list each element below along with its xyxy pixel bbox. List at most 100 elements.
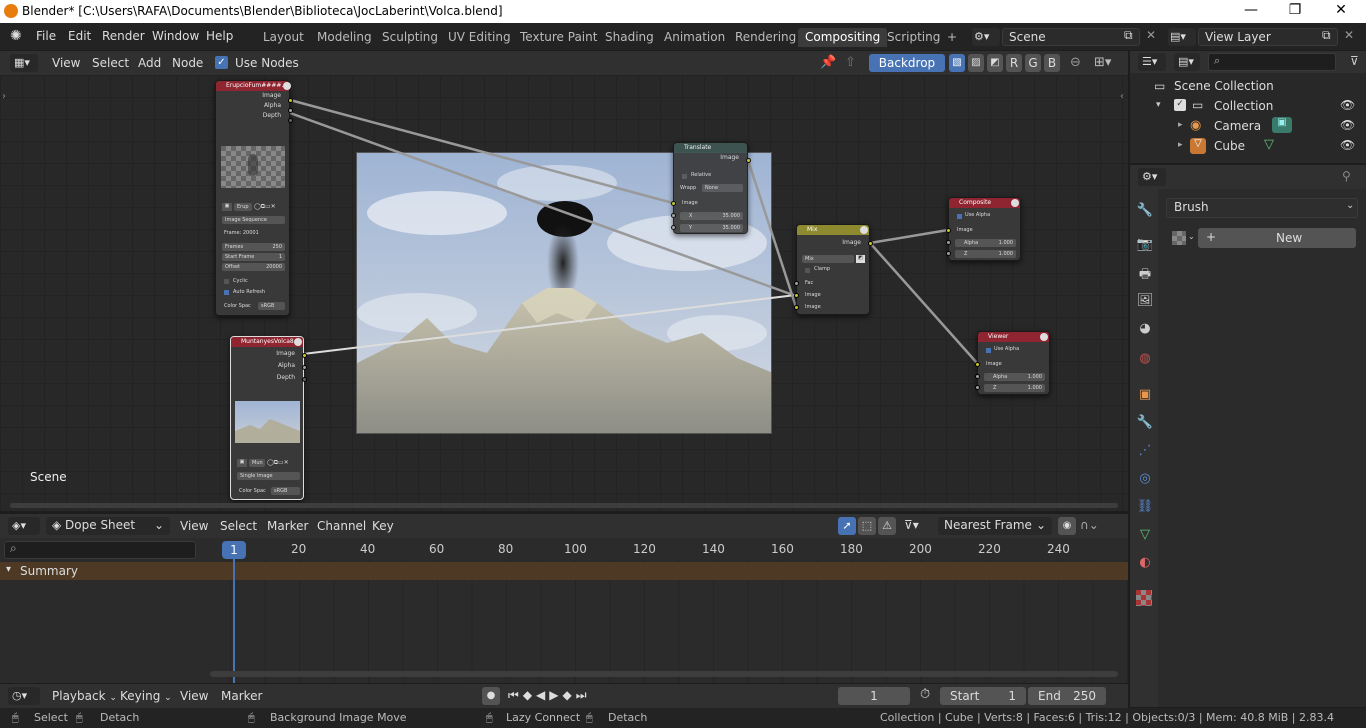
cyclic-checkbox[interactable] [224,279,229,284]
backdrop-alpha-icon[interactable]: ▨ [968,54,984,72]
editor-type-icon[interactable]: ▦▾ [10,54,38,72]
backdrop-button[interactable]: Backdrop [869,54,945,72]
output-image-socket[interactable] [868,241,873,246]
timeline-menu-keying[interactable]: Keying ⌄ [120,689,172,703]
colorspace-select[interactable]: sRGB [271,487,300,495]
menu-window[interactable]: Window [152,29,199,43]
image-node-erupcio-header[interactable]: ErupcioFum####... [216,81,289,91]
translate-node-header[interactable]: Translate [674,143,747,153]
only-selected-icon[interactable]: ➚ [838,517,856,535]
output-alpha-socket[interactable] [288,108,293,113]
input-alpha-socket[interactable] [946,240,951,245]
show-hidden-icon[interactable]: ⬚ [858,517,876,535]
tab-compositing[interactable]: Compositing [798,28,888,47]
input-y-socket[interactable] [671,225,676,230]
output-tab-icon[interactable]: 🖶 [1136,265,1154,283]
timeline-menu-view[interactable]: View [180,689,208,703]
tab-rendering[interactable]: Rendering [728,28,803,47]
particles-tab-icon[interactable]: ⋰ [1136,443,1154,461]
node-menu-node[interactable]: Node [172,56,203,70]
image-name-field[interactable]: Mun [249,459,265,467]
view-layer-field[interactable]: View Layer [1198,28,1338,46]
node-editor-canvas[interactable]: › ‹ ErupcioFum####... Image Alpha Depth … [0,75,1128,511]
output-image-socket[interactable] [746,158,751,163]
backdrop-color-icon[interactable]: ▧ [949,54,965,72]
composite-node-header[interactable]: Composite [949,198,1020,208]
mix-node-header[interactable]: Mix [797,225,869,235]
output-alpha-socket[interactable] [302,365,307,370]
parent-node-icon[interactable]: ⇧ [845,55,856,70]
jump-start-icon[interactable]: ⏮ [508,688,523,702]
image-node-erupcio[interactable]: ErupcioFum####... Image Alpha Depth ▣ Er… [215,80,293,316]
camera-data-icon[interactable]: ▣ [1272,117,1292,133]
channel-b-button[interactable]: B [1044,54,1060,72]
input-fac-socket[interactable] [794,281,799,286]
node-menu-view[interactable]: View [52,56,80,70]
offset-field[interactable]: Offset 20000 [222,263,285,271]
view-layer-selector-icon[interactable]: ▤▾ [1168,28,1196,46]
node-preview-icon[interactable] [283,82,291,90]
minimize-button[interactable]: — [1236,2,1266,18]
timeline-menu-playback[interactable]: Playback ⌄ [52,689,117,703]
x-field[interactable]: X 35.000 [680,212,743,220]
timeline-editor-type-icon[interactable]: ◷▾ [8,687,40,705]
image-node-muntanyes-header[interactable]: MuntanyesVolca8... [231,337,303,347]
outliner-editor-type-icon[interactable]: ☰▾ [1138,53,1166,71]
maximize-button[interactable]: ❐ [1280,2,1310,18]
output-image-socket[interactable] [288,98,293,103]
proportional-edit-icon[interactable]: ◉ [1058,517,1076,535]
node-menu-select[interactable]: Select [92,56,129,70]
menu-edit[interactable]: Edit [68,29,91,43]
viewer-node[interactable]: Viewer Use Alpha Image Alpha 1.000 Z 1.000 [975,331,1050,395]
y-field[interactable]: Y 35.000 [680,224,743,232]
mesh-data-icon[interactable]: ▽ [1264,137,1274,152]
tab-uv-editing[interactable]: UV Editing [441,28,518,47]
z-field[interactable]: Z 1.000 [984,384,1045,392]
collapse-summary-icon[interactable]: ▾ [6,564,11,575]
node-menu-add[interactable]: Add [138,56,161,70]
outliner-camera[interactable]: Camera [1214,119,1261,133]
playback-controls[interactable]: ⏮◆◀▶◆⏭ [508,688,591,703]
eye-icon[interactable]: 👁 [1340,138,1355,152]
start-frame-field[interactable]: Start Frame 1 [222,253,285,261]
dopesheet-mode-select[interactable]: ◈ Dope Sheet ⌄ [46,517,170,535]
material-tab-icon[interactable]: ◐ [1136,555,1154,573]
input-alpha-socket[interactable] [975,374,980,379]
blend-mode-select[interactable]: Mix [802,255,854,263]
output-image-socket[interactable] [302,353,307,358]
summary-row[interactable] [0,562,1128,580]
chevron-down-icon[interactable]: ⌄ [1346,200,1354,211]
channel-r-button[interactable]: R [1006,54,1022,72]
input-x-socket[interactable] [671,213,676,218]
render-tab-icon[interactable]: 📷 [1136,237,1154,255]
backdrop-color-alpha-icon[interactable]: ◩ [987,54,1003,72]
new-view-layer-icon[interactable]: ⧉ [1322,28,1336,43]
next-keyframe-icon[interactable]: ◆ [563,688,576,702]
input-image-socket[interactable] [671,201,676,206]
close-button[interactable]: ✕ [1326,2,1356,18]
data-tab-icon[interactable]: ▽ [1136,527,1154,545]
input-z-socket[interactable] [975,385,980,390]
play-icon[interactable]: ▶ [549,688,562,702]
brush-texture-icon[interactable] [1172,231,1186,245]
object-tab-icon[interactable]: ▣ [1136,387,1154,405]
dopesheet-menu-key[interactable]: Key [372,519,394,533]
image-name-field[interactable]: Erup [234,203,252,211]
play-reverse-icon[interactable]: ◀ [536,688,549,702]
input-image2-socket[interactable] [794,305,799,310]
falloff-icon[interactable]: ∩⌄ [1080,518,1099,532]
node-preview-icon[interactable] [1011,199,1019,207]
channel-g-button[interactable]: G [1025,54,1041,72]
only-errors-icon[interactable]: ⚠ [878,517,896,535]
translate-node[interactable]: Translate Image Relative Wrapp None Imag… [671,142,751,234]
frames-field[interactable]: Frames 250 [222,243,285,251]
current-frame-field[interactable]: 1 [838,687,910,705]
start-frame-field[interactable]: Start 1 [940,687,1026,705]
eye-icon[interactable]: 👁 [1340,118,1355,132]
menu-help[interactable]: Help [206,29,233,43]
dopesheet-area[interactable]: ⌕ ▾ Summary 1 [0,538,1128,683]
image-browse-icon[interactable]: ▣ [237,459,247,467]
dopesheet-menu-marker[interactable]: Marker [267,519,308,533]
image-open-icons[interactable]: ◯⧉▭✕ [254,203,276,211]
eye-icon[interactable]: 👁 [1340,98,1355,112]
